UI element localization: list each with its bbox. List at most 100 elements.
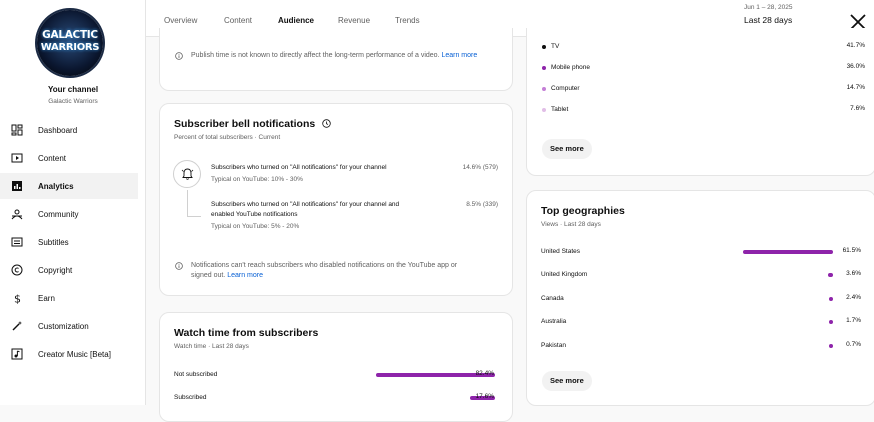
sidebar-item-customization[interactable]: Customization — [0, 313, 138, 339]
channel-title: Your channel — [47, 85, 99, 94]
geography-row-label: United States — [541, 248, 581, 255]
geography-row-value: 0.7% — [846, 340, 861, 348]
card-title: Watch time from subscribers — [174, 327, 319, 339]
sidebar-item-label: Creator Music [Beta] — [38, 349, 111, 359]
watch-time-row-label: Subscribed — [174, 394, 207, 401]
geography-bar — [743, 250, 833, 254]
content-icon — [11, 153, 23, 163]
learn-more-link[interactable]: Learn more — [227, 272, 263, 279]
date-period-label[interactable]: Last 28 days — [744, 15, 792, 25]
sidebar-item-earn[interactable]: $ Earn — [0, 285, 138, 311]
device-row-value: 41.7% — [846, 42, 865, 49]
logo-text-line1: GALACTIC — [42, 29, 98, 41]
sidebar-item-label: Content — [38, 153, 67, 163]
card-subtitle: Percent of total subscribers · Current — [174, 134, 281, 141]
watch-time-card: Watch time from subscribers Watch time ·… — [159, 312, 513, 422]
connector-line — [187, 216, 201, 217]
tab-revenue[interactable]: Revenue — [338, 16, 370, 25]
device-row-label: TV — [551, 43, 560, 50]
sidebar-item-label: Dashboard — [38, 125, 78, 135]
publish-time-note-text: Publish time is not known to directly af… — [191, 52, 440, 59]
learn-more-link[interactable]: Learn more — [441, 52, 477, 59]
subscriber-bell-card: Subscriber bell notifications Percent of… — [159, 103, 513, 296]
geography-row-label: United Kingdom — [541, 271, 588, 279]
bell-row-enabled-notifications: Subscribers who turned on "All notificat… — [211, 200, 451, 232]
community-icon — [11, 209, 23, 220]
copyright-icon — [11, 264, 23, 276]
tab-audience[interactable]: Audience — [278, 16, 314, 25]
sidebar-item-label: Copyright — [38, 265, 73, 275]
geography-row-label: Pakistan — [541, 341, 566, 349]
sidebar-item-label: Subtitles — [38, 237, 69, 247]
see-more-button[interactable]: See more — [542, 139, 592, 159]
watch-time-row-value: 17.6% — [475, 393, 494, 400]
earn-icon: $ — [14, 293, 21, 305]
sidebar-item-subtitles[interactable]: Subtitles — [0, 229, 138, 255]
bell-icon — [181, 168, 194, 180]
connector-line — [187, 190, 188, 216]
bell-note-text: Notifications can't reach subscribers wh… — [191, 262, 458, 269]
top-geographies-card: Top geographies Views · Last 28 days Uni… — [526, 190, 874, 406]
geography-row-label: Canada — [541, 294, 564, 302]
device-type-card: TV 41.7% Mobile phone 36.0% Computer 14.7% Tab… — [526, 28, 874, 176]
sidebar-item-label: Analytics — [38, 181, 74, 191]
sidebar-item-copyright[interactable]: Copyright — [0, 257, 138, 283]
bell-row-label: Subscribers who turned on "All notificat… — [211, 201, 400, 208]
device-row-value: 14.7% — [846, 84, 865, 91]
bell-row-label: Subscribers who turned on "All notificat… — [211, 164, 387, 171]
geography-row-value: 2.4% — [846, 293, 861, 301]
sidebar-item-dashboard[interactable]: Dashboard — [0, 117, 138, 143]
device-row-value: 7.6% — [850, 105, 865, 112]
device-color-dot — [542, 45, 546, 49]
see-more-button[interactable]: See more — [542, 371, 592, 391]
sidebar-item-creator-music[interactable]: Creator Music [Beta] — [0, 341, 138, 367]
dashboard-icon — [11, 124, 23, 136]
tab-content[interactable]: Content — [224, 16, 252, 25]
bell-row-typical: Typical on YouTube: 10% - 30% — [211, 176, 303, 183]
bell-row-value: 8.5% (339) — [466, 201, 498, 208]
sidebar-item-analytics[interactable]: Analytics — [0, 173, 138, 199]
bell-row-label-line2: enabled YouTube notifications — [211, 211, 298, 218]
svg-text:$: $ — [14, 293, 21, 305]
analytics-icon — [12, 181, 22, 191]
logo-text-line2: WARRIORS — [40, 42, 100, 53]
card-subtitle: Watch time · Last 28 days — [174, 343, 249, 350]
device-row-value: 36.0% — [846, 63, 865, 70]
bell-note: Notifications can't reach subscribers wh… — [191, 261, 501, 281]
bell-row-value: 14.6% (579) — [462, 164, 498, 171]
card-title-text: Subscriber bell notifications — [174, 118, 316, 130]
geography-row-label: Australia — [541, 318, 567, 326]
clock-icon — [322, 119, 331, 128]
sidebar-item-content[interactable]: Content — [0, 145, 138, 171]
tab-overview[interactable]: Overview — [164, 16, 197, 25]
card-title: Top geographies — [541, 205, 625, 217]
sidebar: GALACTIC WARRIORS Your channel Galactic … — [0, 0, 146, 405]
publish-time-card: Publish time is not known to directly af… — [159, 28, 513, 91]
tab-trends[interactable]: Trends — [395, 16, 420, 25]
geography-row-value: 3.6% — [846, 270, 861, 278]
sidebar-item-community[interactable]: Community — [0, 201, 138, 227]
watch-time-row-value: 82.4% — [475, 370, 494, 377]
date-range[interactable]: Jun 1 – 28, 2025 — [744, 4, 792, 11]
bell-row-typical: Typical on YouTube: 5% - 20% — [211, 223, 300, 230]
device-row-label: Tablet — [551, 106, 569, 113]
channel-name: Galactic Warriors — [48, 98, 98, 105]
channel-avatar[interactable]: GALACTIC WARRIORS — [37, 10, 103, 76]
sidebar-item-label: Community — [38, 209, 79, 219]
bell-row-all-notifications: Subscribers who turned on "All notificat… — [211, 163, 451, 185]
watch-time-row-label: Not subscribed — [174, 371, 218, 378]
device-color-dot — [542, 66, 546, 70]
publish-time-note: Publish time is not known to directly af… — [191, 51, 501, 61]
device-color-dot — [542, 87, 546, 91]
card-title: Subscriber bell notifications — [174, 118, 331, 130]
geography-row-value: 1.7% — [846, 317, 861, 325]
creator-music-icon — [11, 348, 23, 360]
info-icon — [175, 262, 183, 270]
sidebar-item-label: Earn — [38, 293, 55, 303]
card-subtitle: Views · Last 28 days — [541, 221, 601, 228]
sidebar-item-label: Customization — [38, 321, 89, 331]
bell-note-text-line2: signed out. — [191, 272, 226, 279]
subtitles-icon — [11, 237, 23, 247]
device-color-dot — [542, 108, 546, 112]
device-row-label: Mobile phone — [551, 64, 591, 71]
